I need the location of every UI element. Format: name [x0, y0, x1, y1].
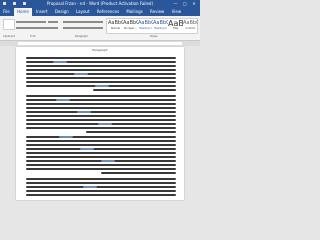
text-line: [26, 148, 176, 150]
style-sample: AaB: [168, 20, 183, 28]
style-sample: AaBbCcI: [123, 20, 138, 26]
styles-gallery: AaBbCcI Normal AaBbCcI No Spac... AaBbC …: [106, 18, 198, 34]
tab-file[interactable]: File: [0, 8, 13, 16]
text-line: [26, 69, 176, 71]
group-label-clipboard: Clipboard: [3, 35, 15, 38]
tab-insert[interactable]: Insert: [33, 8, 50, 16]
tab-references[interactable]: References: [94, 8, 122, 16]
citation-mark: [77, 110, 91, 113]
style-normal[interactable]: AaBbCcI Normal: [108, 20, 123, 32]
text-line: [26, 73, 176, 75]
text-line: [26, 152, 176, 154]
style-name: Subtitle: [185, 27, 196, 30]
text-line: [26, 114, 176, 117]
style-heading-1[interactable]: AaBbC Heading 1: [138, 20, 153, 32]
minimize-button[interactable]: —: [171, 0, 179, 8]
citation-mark: [59, 136, 73, 138]
tab-view[interactable]: View: [169, 8, 185, 16]
text-line: [26, 164, 176, 166]
style-name: Heading 2: [154, 27, 167, 30]
text-line: [26, 98, 176, 101]
style-name: No Spac...: [124, 27, 137, 30]
tab-layout[interactable]: Layout: [73, 8, 93, 16]
font-name-box[interactable]: [16, 21, 46, 23]
title-bar: Proposal Frzan - nd - Word (Product Acti…: [0, 0, 200, 8]
text-line: [26, 189, 176, 192]
style-title[interactable]: AaB Title: [168, 20, 183, 32]
group-label-paragraph: Paragraph: [75, 35, 88, 38]
text-line: [26, 77, 176, 79]
group-label-styles: Styles: [150, 35, 158, 38]
tab-review[interactable]: Review: [147, 8, 167, 16]
ruler-bar: [18, 42, 182, 45]
text-line: [26, 102, 176, 105]
text-line: [86, 130, 176, 133]
style-heading-2[interactable]: AaBbCc Heading 2: [153, 20, 168, 32]
text-line: [26, 61, 176, 63]
text-line: [26, 193, 176, 196]
close-button[interactable]: ✕: [190, 0, 198, 8]
list-buttons[interactable]: [63, 21, 103, 23]
citation-mark: [74, 73, 88, 75]
window-controls: — □ ✕: [171, 0, 198, 8]
citation-mark: [95, 85, 109, 87]
text-line: [26, 65, 176, 67]
citation-mark: [56, 98, 70, 101]
style-sample: AaBbCcI: [183, 20, 198, 26]
citation-mark: [98, 122, 112, 125]
text-line: [26, 156, 176, 158]
text-line: [26, 126, 176, 129]
tab-design[interactable]: Design: [52, 8, 72, 16]
tab-mailings[interactable]: Mailings: [123, 8, 145, 16]
text-line: [26, 57, 176, 59]
style-no-spacing[interactable]: AaBbCcI No Spac...: [123, 20, 138, 32]
style-subtitle[interactable]: AaBbCcI Subtitle: [183, 20, 198, 32]
document-page[interactable]: Paragraph: [16, 47, 184, 200]
style-name: Normal: [110, 27, 121, 30]
text-line: [26, 168, 176, 170]
style-sample: AaBbCc: [153, 20, 168, 26]
style-sample: AaBbCcI: [108, 20, 123, 26]
citation-mark: [80, 148, 94, 150]
text-line: [93, 89, 176, 91]
citation-mark: [83, 185, 97, 188]
paste-button[interactable]: [3, 19, 15, 30]
window-title: Proposal Frzan - nd - Word (Product Acti…: [46, 1, 154, 6]
text-line: [26, 106, 176, 109]
group-label-font: Font: [30, 35, 36, 38]
tab-home[interactable]: Home: [13, 8, 32, 16]
font-format-buttons[interactable]: [16, 27, 58, 29]
text-line: [26, 94, 176, 97]
text-line: [26, 140, 176, 142]
citation-mark: [101, 160, 115, 162]
text-line: [26, 177, 176, 180]
style-sample: AaBbC: [138, 20, 153, 26]
maximize-button[interactable]: □: [181, 0, 189, 8]
text-line: [101, 172, 176, 174]
citation-mark: [53, 61, 67, 63]
ruler[interactable]: [0, 41, 200, 46]
ribbon: AaBbCcI Normal AaBbCcI No Spac... AaBbC …: [0, 16, 200, 41]
font-size-box[interactable]: [48, 21, 58, 23]
style-name: Heading 1: [139, 27, 152, 30]
alignment-buttons[interactable]: [63, 27, 103, 29]
text-line: [26, 118, 176, 121]
text-line: [26, 136, 176, 138]
ribbon-tabs: File Home Insert Design Layout Reference…: [0, 8, 200, 16]
paragraph-label: Paragraph: [92, 48, 108, 52]
text-line: [26, 181, 176, 184]
text-line: [26, 81, 176, 83]
text-line: [26, 110, 176, 113]
text-line: [26, 144, 176, 146]
text-line: [26, 185, 176, 188]
